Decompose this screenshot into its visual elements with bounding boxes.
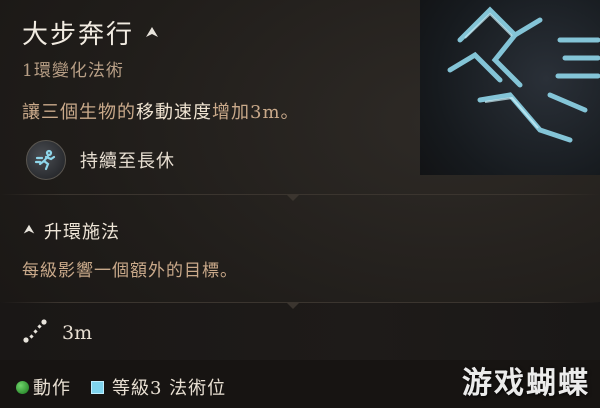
upcast-chevron-icon [22,222,36,241]
range-row: 3m [22,318,92,348]
spell-tooltip: 大步奔行 1環變化法術 讓三個生物的移動速度增加3m。 持續至長休 升環施法 每… [0,0,600,408]
spell-title-row: 大步奔行 [22,14,160,51]
cost-row: 動作 等級3 法術位 [16,374,226,400]
range-value: 3m [62,322,93,344]
spell-description: 讓三個生物的移動速度增加3m。 [22,98,300,124]
upcast-title: 升環施法 [44,222,120,243]
divider-notch [286,302,300,309]
spell-art-image [420,0,600,175]
duration-row: 持續至長休 [26,140,175,180]
section-divider [0,302,600,303]
spell-slot-icon [91,380,104,394]
section-divider [0,194,600,195]
spell-name: 大步奔行 [22,20,135,50]
longstrider-spell-art-icon [447,6,600,143]
description-suffix: 增加3m。 [212,102,300,123]
running-figure-icon [26,140,66,180]
site-watermark: 游戏蝴蝶 [462,366,590,401]
upcast-chevron-icon [144,25,160,41]
duration-text: 持續至長休 [80,151,175,172]
upcast-header: 升環施法 [22,218,120,244]
spell-school-level: 1環變化法術 [22,61,124,81]
range-ruler-icon [22,318,48,348]
description-prefix: 讓三個生物的 [22,102,136,123]
action-cost-label: 動作 [33,378,71,399]
upcast-description: 每級影響一個額外的目標。 [22,261,238,281]
divider-notch [286,194,300,201]
action-resource-icon [16,380,29,394]
description-highlight: 移動速度 [136,102,212,123]
spell-slot-cost-label: 等級3 法術位 [112,378,227,399]
